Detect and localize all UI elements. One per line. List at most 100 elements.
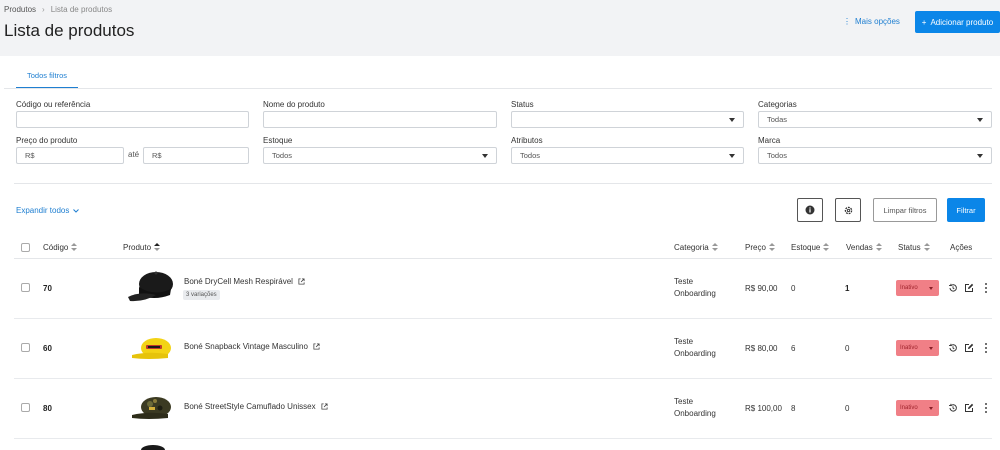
code-filter-label: Código ou referência — [16, 100, 91, 109]
more-vertical-icon[interactable] — [985, 343, 987, 353]
settings-icon — [844, 206, 852, 214]
history-icon[interactable] — [948, 283, 958, 293]
attributes-filter-select[interactable]: Todos — [511, 147, 744, 164]
add-product-label: Adicionar produto — [930, 17, 994, 27]
sort-asc-icon — [154, 243, 161, 252]
column-header-stock[interactable]: Estoque — [791, 243, 830, 252]
product-name: Boné StreetStyle Camuflado Unissex — [184, 402, 316, 411]
category-line1: Teste — [674, 277, 694, 286]
column-header-sales[interactable]: Vendas — [846, 243, 882, 252]
column-price-label: Preço — [745, 243, 766, 252]
external-link-icon[interactable] — [313, 343, 320, 350]
expand-all-label: Expandir todos — [16, 206, 70, 215]
row-checkbox[interactable] — [21, 403, 30, 412]
category-line2: Onboarding — [674, 349, 716, 358]
clear-filters-button[interactable]: Limpar filtros — [873, 198, 937, 222]
code-filter-input[interactable] — [16, 111, 249, 128]
breadcrumb-current: Lista de produtos — [50, 5, 113, 14]
name-filter-input[interactable] — [263, 111, 497, 128]
variations-badge[interactable]: 3 variações — [183, 290, 220, 300]
history-icon[interactable] — [948, 343, 958, 353]
more-vertical-icon[interactable] — [985, 283, 987, 293]
product-thumbnail — [128, 271, 173, 302]
product-name: Boné Snapback Vintage Masculino — [184, 342, 308, 351]
product-sales: 0 — [845, 344, 850, 353]
product-sales: 0 — [845, 404, 850, 413]
tab-all-filters[interactable]: Todos filtros — [16, 68, 78, 89]
column-code-label: Código — [43, 243, 69, 252]
sort-icon — [711, 243, 718, 252]
expand-all-button[interactable]: Expandir todos — [16, 206, 80, 215]
brand-filter-select[interactable]: Todos — [758, 147, 992, 164]
column-header-category[interactable]: Categoria — [674, 243, 718, 252]
sort-icon — [823, 243, 830, 252]
history-icon[interactable] — [948, 403, 958, 413]
page-title: Lista de produtos — [4, 21, 135, 40]
row-checkbox[interactable] — [21, 343, 30, 352]
more-options-label: Mais opções — [855, 17, 900, 26]
info-button[interactable] — [797, 198, 823, 222]
stock-filter-label: Estoque — [263, 136, 293, 145]
product-thumbnail-partial — [141, 445, 165, 450]
name-filter-label: Nome do produto — [263, 100, 325, 109]
edit-icon[interactable] — [964, 403, 974, 413]
breadcrumb: Produtos › Lista de produtos — [4, 5, 112, 14]
price-from-input[interactable]: R$ — [16, 147, 124, 164]
categories-filter-select[interactable]: Todas — [758, 111, 992, 128]
sort-icon — [71, 243, 78, 252]
page-header: Produtos › Lista de produtos Lista de pr… — [0, 0, 1000, 56]
product-name-link[interactable]: Boné StreetStyle Camuflado Unissex — [184, 402, 328, 411]
status-select[interactable]: Inativo — [896, 400, 939, 416]
column-stock-label: Estoque — [791, 243, 821, 252]
column-header-actions: Ações — [950, 243, 972, 252]
categories-filter-label: Categorias — [758, 100, 797, 109]
stock-filter-select[interactable]: Todos — [263, 147, 497, 164]
column-category-label: Categoria — [674, 243, 709, 252]
edit-icon[interactable] — [964, 283, 974, 293]
external-link-icon[interactable] — [298, 278, 305, 285]
filters-divider — [14, 183, 992, 184]
more-options-button[interactable]: ⋮ Mais opções — [843, 17, 900, 26]
category-line2: Onboarding — [674, 409, 716, 418]
edit-icon[interactable] — [964, 343, 974, 353]
column-sales-label: Vendas — [846, 243, 873, 252]
external-link-icon[interactable] — [321, 403, 328, 410]
chevron-down-icon — [73, 208, 80, 213]
product-code: 60 — [43, 344, 52, 353]
product-name-link[interactable]: Boné DryCell Mesh Respirável — [184, 277, 305, 286]
row-checkbox[interactable] — [21, 283, 30, 292]
status-select[interactable]: Inativo — [896, 280, 939, 296]
status-filter-select[interactable] — [511, 111, 744, 128]
product-code: 80 — [43, 404, 52, 413]
product-stock: 8 — [791, 404, 796, 413]
tab-divider — [4, 88, 992, 89]
settings-button[interactable] — [835, 198, 861, 222]
breadcrumb-root[interactable]: Produtos — [4, 5, 36, 14]
category-line1: Teste — [674, 397, 694, 406]
price-range-separator: até — [128, 150, 140, 159]
product-stock: 0 — [791, 284, 796, 293]
column-header-status[interactable]: Status — [898, 243, 930, 252]
product-name: Boné DryCell Mesh Respirável — [184, 277, 293, 286]
product-name-link[interactable]: Boné Snapback Vintage Masculino — [184, 342, 320, 351]
kebab-icon: ⋮ — [843, 17, 851, 26]
info-icon — [805, 205, 815, 215]
column-header-product[interactable]: Produto — [123, 243, 161, 252]
product-price: R$ 80,00 — [745, 344, 778, 353]
status-filter-label: Status — [511, 100, 534, 109]
select-all-checkbox[interactable] — [21, 243, 30, 252]
sort-icon — [875, 243, 882, 252]
column-header-code[interactable]: Código — [43, 243, 78, 252]
add-product-button[interactable]: + Adicionar produto — [915, 11, 1000, 33]
product-thumbnail — [132, 338, 171, 359]
product-thumbnail — [132, 397, 171, 419]
product-price: R$ 90,00 — [745, 284, 778, 293]
price-to-input[interactable]: R$ — [143, 147, 249, 164]
sort-icon — [768, 243, 775, 252]
price-filter-label: Preço do produto — [16, 136, 78, 145]
more-vertical-icon[interactable] — [985, 403, 987, 413]
chevron-right-icon: › — [42, 5, 45, 14]
column-header-price[interactable]: Preço — [745, 243, 775, 252]
status-select[interactable]: Inativo — [896, 340, 939, 356]
filter-button[interactable]: Filtrar — [947, 198, 985, 222]
